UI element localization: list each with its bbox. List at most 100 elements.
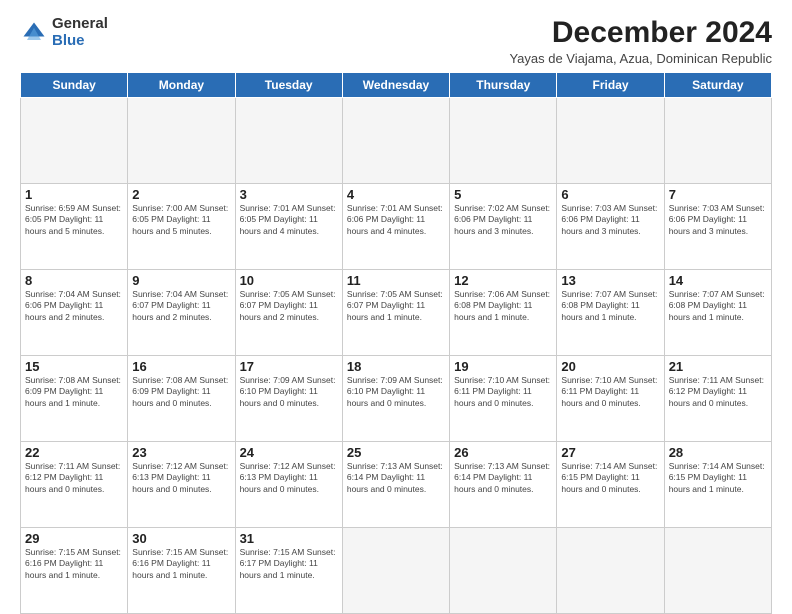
day-info: Sunrise: 7:14 AM Sunset: 6:15 PM Dayligh… <box>561 461 659 495</box>
calendar-day-cell <box>557 528 664 614</box>
main-title: December 2024 <box>509 16 772 49</box>
calendar-day-cell: 3Sunrise: 7:01 AM Sunset: 6:05 PM Daylig… <box>235 184 342 270</box>
calendar-day-cell: 4Sunrise: 7:01 AM Sunset: 6:06 PM Daylig… <box>342 184 449 270</box>
calendar-day-cell: 28Sunrise: 7:14 AM Sunset: 6:15 PM Dayli… <box>664 442 771 528</box>
calendar-day-cell <box>664 98 771 184</box>
day-info: Sunrise: 7:06 AM Sunset: 6:08 PM Dayligh… <box>454 289 552 323</box>
day-number: 3 <box>240 187 338 202</box>
calendar-day-cell <box>128 98 235 184</box>
day-number: 25 <box>347 445 445 460</box>
day-info: Sunrise: 7:07 AM Sunset: 6:08 PM Dayligh… <box>561 289 659 323</box>
calendar-day-cell: 26Sunrise: 7:13 AM Sunset: 6:14 PM Dayli… <box>450 442 557 528</box>
day-number: 4 <box>347 187 445 202</box>
day-info: Sunrise: 7:03 AM Sunset: 6:06 PM Dayligh… <box>669 203 767 237</box>
calendar-day-cell: 20Sunrise: 7:10 AM Sunset: 6:11 PM Dayli… <box>557 356 664 442</box>
day-info: Sunrise: 7:12 AM Sunset: 6:13 PM Dayligh… <box>132 461 230 495</box>
calendar-day-header: Monday <box>128 73 235 98</box>
day-info: Sunrise: 7:03 AM Sunset: 6:06 PM Dayligh… <box>561 203 659 237</box>
calendar-day-cell: 5Sunrise: 7:02 AM Sunset: 6:06 PM Daylig… <box>450 184 557 270</box>
day-number: 19 <box>454 359 552 374</box>
calendar-week-row: 22Sunrise: 7:11 AM Sunset: 6:12 PM Dayli… <box>21 442 772 528</box>
calendar-day-cell: 9Sunrise: 7:04 AM Sunset: 6:07 PM Daylig… <box>128 270 235 356</box>
calendar-day-cell: 27Sunrise: 7:14 AM Sunset: 6:15 PM Dayli… <box>557 442 664 528</box>
calendar-day-cell: 24Sunrise: 7:12 AM Sunset: 6:13 PM Dayli… <box>235 442 342 528</box>
calendar-day-header: Thursday <box>450 73 557 98</box>
calendar-day-header: Friday <box>557 73 664 98</box>
day-number: 11 <box>347 273 445 288</box>
page: General Blue December 2024 Yayas de Viaj… <box>0 0 792 612</box>
calendar-week-row: 1Sunrise: 6:59 AM Sunset: 6:05 PM Daylig… <box>21 184 772 270</box>
day-number: 26 <box>454 445 552 460</box>
day-number: 27 <box>561 445 659 460</box>
calendar-day-cell: 22Sunrise: 7:11 AM Sunset: 6:12 PM Dayli… <box>21 442 128 528</box>
day-number: 13 <box>561 273 659 288</box>
calendar-day-cell <box>21 98 128 184</box>
day-number: 7 <box>669 187 767 202</box>
day-number: 24 <box>240 445 338 460</box>
day-info: Sunrise: 7:01 AM Sunset: 6:05 PM Dayligh… <box>240 203 338 237</box>
calendar-day-cell <box>342 528 449 614</box>
day-info: Sunrise: 7:13 AM Sunset: 6:14 PM Dayligh… <box>347 461 445 495</box>
day-info: Sunrise: 7:00 AM Sunset: 6:05 PM Dayligh… <box>132 203 230 237</box>
calendar-day-cell: 16Sunrise: 7:08 AM Sunset: 6:09 PM Dayli… <box>128 356 235 442</box>
calendar-day-cell: 8Sunrise: 7:04 AM Sunset: 6:06 PM Daylig… <box>21 270 128 356</box>
calendar-day-header: Wednesday <box>342 73 449 98</box>
day-info: Sunrise: 7:15 AM Sunset: 6:16 PM Dayligh… <box>25 547 123 581</box>
day-info: Sunrise: 7:11 AM Sunset: 6:12 PM Dayligh… <box>25 461 123 495</box>
subtitle: Yayas de Viajama, Azua, Dominican Republ… <box>509 51 772 66</box>
day-info: Sunrise: 7:15 AM Sunset: 6:17 PM Dayligh… <box>240 547 338 581</box>
day-info: Sunrise: 7:05 AM Sunset: 6:07 PM Dayligh… <box>240 289 338 323</box>
calendar-day-cell: 31Sunrise: 7:15 AM Sunset: 6:17 PM Dayli… <box>235 528 342 614</box>
day-info: Sunrise: 7:10 AM Sunset: 6:11 PM Dayligh… <box>454 375 552 409</box>
calendar-day-cell: 29Sunrise: 7:15 AM Sunset: 6:16 PM Dayli… <box>21 528 128 614</box>
logo: General Blue <box>20 16 108 49</box>
day-number: 6 <box>561 187 659 202</box>
calendar-day-cell <box>664 528 771 614</box>
day-info: Sunrise: 7:11 AM Sunset: 6:12 PM Dayligh… <box>669 375 767 409</box>
calendar-day-cell <box>235 98 342 184</box>
day-number: 21 <box>669 359 767 374</box>
calendar-day-cell: 25Sunrise: 7:13 AM Sunset: 6:14 PM Dayli… <box>342 442 449 528</box>
calendar-day-header: Saturday <box>664 73 771 98</box>
day-number: 31 <box>240 531 338 546</box>
calendar-day-cell: 19Sunrise: 7:10 AM Sunset: 6:11 PM Dayli… <box>450 356 557 442</box>
calendar-day-cell: 2Sunrise: 7:00 AM Sunset: 6:05 PM Daylig… <box>128 184 235 270</box>
day-info: Sunrise: 7:09 AM Sunset: 6:10 PM Dayligh… <box>240 375 338 409</box>
day-number: 2 <box>132 187 230 202</box>
calendar-day-cell: 7Sunrise: 7:03 AM Sunset: 6:06 PM Daylig… <box>664 184 771 270</box>
day-number: 16 <box>132 359 230 374</box>
day-info: Sunrise: 7:15 AM Sunset: 6:16 PM Dayligh… <box>132 547 230 581</box>
day-number: 28 <box>669 445 767 460</box>
day-info: Sunrise: 6:59 AM Sunset: 6:05 PM Dayligh… <box>25 203 123 237</box>
calendar-week-row: 8Sunrise: 7:04 AM Sunset: 6:06 PM Daylig… <box>21 270 772 356</box>
calendar-day-cell: 13Sunrise: 7:07 AM Sunset: 6:08 PM Dayli… <box>557 270 664 356</box>
calendar-day-cell: 6Sunrise: 7:03 AM Sunset: 6:06 PM Daylig… <box>557 184 664 270</box>
day-info: Sunrise: 7:09 AM Sunset: 6:10 PM Dayligh… <box>347 375 445 409</box>
logo-blue: Blue <box>52 33 108 50</box>
header: General Blue December 2024 Yayas de Viaj… <box>20 16 772 66</box>
logo-text: General Blue <box>52 16 108 49</box>
day-info: Sunrise: 7:13 AM Sunset: 6:14 PM Dayligh… <box>454 461 552 495</box>
day-number: 5 <box>454 187 552 202</box>
calendar-day-cell: 18Sunrise: 7:09 AM Sunset: 6:10 PM Dayli… <box>342 356 449 442</box>
day-info: Sunrise: 7:12 AM Sunset: 6:13 PM Dayligh… <box>240 461 338 495</box>
title-block: December 2024 Yayas de Viajama, Azua, Do… <box>509 16 772 66</box>
day-info: Sunrise: 7:04 AM Sunset: 6:06 PM Dayligh… <box>25 289 123 323</box>
calendar-week-row <box>21 98 772 184</box>
calendar-day-cell <box>342 98 449 184</box>
logo-general: General <box>52 16 108 33</box>
calendar-day-cell: 21Sunrise: 7:11 AM Sunset: 6:12 PM Dayli… <box>664 356 771 442</box>
day-number: 12 <box>454 273 552 288</box>
day-info: Sunrise: 7:10 AM Sunset: 6:11 PM Dayligh… <box>561 375 659 409</box>
day-info: Sunrise: 7:05 AM Sunset: 6:07 PM Dayligh… <box>347 289 445 323</box>
calendar-header-row: SundayMondayTuesdayWednesdayThursdayFrid… <box>21 73 772 98</box>
logo-icon <box>20 19 48 47</box>
day-number: 22 <box>25 445 123 460</box>
day-number: 10 <box>240 273 338 288</box>
day-info: Sunrise: 7:07 AM Sunset: 6:08 PM Dayligh… <box>669 289 767 323</box>
day-number: 18 <box>347 359 445 374</box>
day-number: 17 <box>240 359 338 374</box>
calendar-week-row: 29Sunrise: 7:15 AM Sunset: 6:16 PM Dayli… <box>21 528 772 614</box>
calendar-day-cell: 15Sunrise: 7:08 AM Sunset: 6:09 PM Dayli… <box>21 356 128 442</box>
day-info: Sunrise: 7:08 AM Sunset: 6:09 PM Dayligh… <box>132 375 230 409</box>
